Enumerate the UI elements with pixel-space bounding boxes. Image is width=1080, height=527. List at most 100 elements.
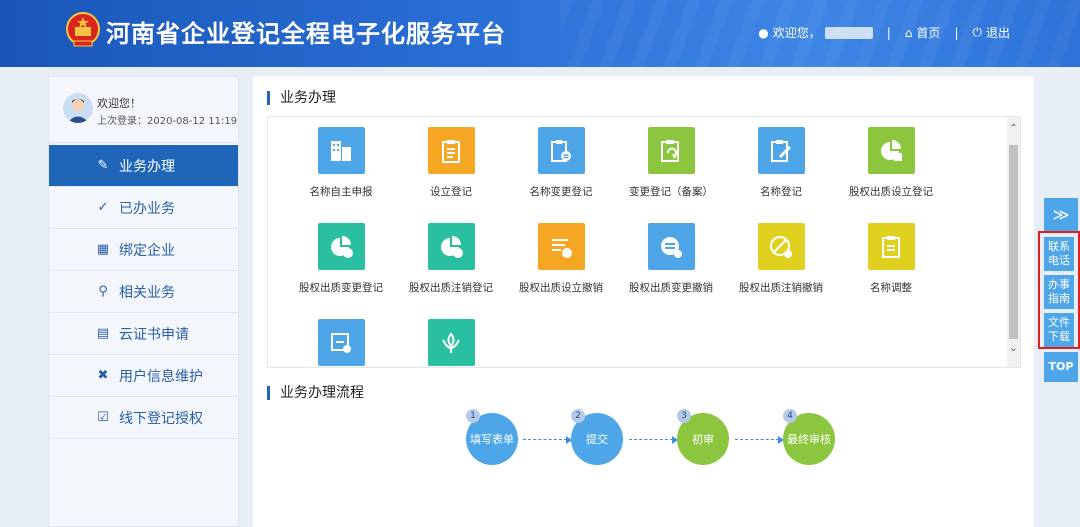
cancel-circle-icon [757, 223, 805, 270]
tile-extra-2[interactable] [396, 319, 506, 367]
certificate-icon: ▤ [96, 326, 110, 341]
tile-label: 名称调整 [870, 282, 912, 294]
tile-name-change[interactable]: 名称变更登记 [506, 127, 616, 199]
sidebar-item-cloud-cert[interactable]: ▤ 云证书申请 [49, 313, 238, 355]
flow-arrow-icon [735, 436, 784, 444]
process-step-final-review: 4 最终审核 [783, 409, 835, 465]
tile-label: 股权出质设立撤销 [519, 282, 603, 294]
tile-pledge-cancel-revoke[interactable]: 股权出质注销撤销 [726, 223, 836, 295]
flow-arrow-icon [629, 436, 678, 444]
tiles-scrollbar[interactable]: ⌃ ⌄ [1007, 117, 1020, 367]
tile-equity-pledge-cancel[interactable]: 股权出质注销登记 [396, 223, 506, 295]
process-step-submit: 2 提交 [571, 409, 623, 465]
avatar [63, 93, 93, 123]
doc-edit-icon: ✎ [97, 158, 109, 173]
welcome-text: 欢迎您， [772, 26, 821, 40]
sidebar-item-label: 相关业务 [119, 284, 175, 301]
float-tools-highlight: 联系电话 办事指南 文件下载 [1038, 231, 1080, 349]
top-header: 河南省企业登记全程电子化服务平台 ● 欢迎您， | ⌂ 首页 | ⏻ 退出 [0, 0, 1080, 67]
building-icon: ▦ [96, 242, 110, 257]
sidebar-item-label: 已办业务 [119, 200, 175, 217]
sidebar-item-label: 云证书申请 [119, 326, 189, 343]
pie-chart-icon [317, 223, 365, 270]
contact-phone-button[interactable]: 联系电话 [1044, 237, 1074, 271]
step-label: 最终审核 [787, 433, 831, 446]
sidebar-item-bind-company[interactable]: ▦ 绑定企业 [49, 229, 238, 271]
national-emblem-icon [66, 12, 100, 47]
home-link[interactable]: 首页 [916, 24, 940, 41]
scroll-down-icon[interactable]: ⌄ [1007, 343, 1020, 354]
sidebar-item-label: 线下登记授权 [119, 410, 203, 427]
tile-label: 设立登记 [430, 186, 472, 198]
tile-name-self-declare[interactable]: 名称自主申报 [286, 127, 396, 199]
list-undo-icon [537, 223, 585, 270]
clipboard-refresh-icon [647, 127, 695, 174]
scroll-up-icon[interactable]: ⌃ [1007, 123, 1020, 134]
flower-icon [427, 319, 475, 366]
sidebar-item-label: 用户信息维护 [119, 368, 203, 385]
section-title-process: 业务办理流程 [267, 386, 364, 400]
step-number: 4 [783, 409, 797, 423]
doc-search-icon: ⚲ [98, 284, 108, 299]
sidebar-item-related[interactable]: ⚲ 相关业务 [49, 271, 238, 313]
sidebar-item-user-info[interactable]: ✖ 用户信息维护 [49, 355, 238, 397]
tile-label: 股权出质设立登记 [849, 186, 933, 198]
process-step-fill-form: 1 填写表单 [466, 409, 518, 465]
tile-pledge-establish-revoke[interactable]: 股权出质设立撤销 [506, 223, 616, 295]
section-title-business: 业务办理 [267, 91, 336, 105]
tile-label: 股权出质注销登记 [409, 282, 493, 294]
sidebar-item-completed[interactable]: ✓ 已办业务 [49, 187, 238, 229]
username-redacted [824, 26, 873, 39]
sidebar-item-offline-auth[interactable]: ☑ 线下登记授权 [49, 397, 238, 439]
greeting-text: 欢迎您！ [97, 97, 141, 110]
clipboard-icon [427, 127, 475, 174]
sidebar-item-label: 业务办理 [119, 158, 175, 175]
expand-float-button[interactable]: ≫ [1044, 198, 1078, 232]
exchange-icon [647, 223, 695, 270]
tile-change-record[interactable]: 变更登记（备案） [616, 127, 726, 199]
clipboard-list-icon [867, 223, 915, 270]
service-guide-button[interactable]: 办事指南 [1044, 275, 1074, 309]
pie-chart-icon [867, 127, 915, 174]
tile-name-register[interactable]: 名称登记 [726, 127, 836, 199]
tile-label: 股权出质变更登记 [299, 282, 383, 294]
tile-equity-pledge-establish[interactable]: 股权出质设立登记 [836, 127, 946, 199]
process-step-initial-review: 3 初审 [677, 409, 729, 465]
tile-name-adjust[interactable]: 名称调整 [836, 223, 946, 295]
step-number: 3 [677, 409, 691, 423]
step-label: 提交 [586, 433, 608, 446]
tile-equity-pledge-change[interactable]: 股权出质变更登记 [286, 223, 396, 295]
logout-link[interactable]: 退出 [986, 24, 1010, 41]
back-to-top-button[interactable]: TOP [1044, 352, 1078, 382]
last-login-text: 上次登录：2020-08-12 11:19 [97, 116, 238, 127]
tile-label: 变更登记（备案） [629, 186, 713, 198]
tile-extra-1[interactable] [286, 319, 396, 367]
home-icon: ⌂ [904, 25, 913, 40]
divider: | [886, 25, 891, 40]
main-content: 业务办理 名称自主申报 设立登记 名称变更登记 变更登记（备案） 名称登记 股权… [253, 76, 1034, 527]
clipboard-pen-icon [757, 127, 805, 174]
sidebar-item-label: 绑定企业 [119, 242, 175, 259]
power-icon: ⏻ [972, 25, 982, 39]
tile-label: 名称登记 [760, 186, 802, 198]
clipboard-edit-icon [537, 127, 585, 174]
user-icon: ● [758, 25, 769, 40]
scroll-thumb[interactable] [1009, 145, 1018, 339]
tile-label: 名称自主申报 [309, 186, 373, 198]
tile-label: 股权出质注销撤销 [739, 282, 823, 294]
business-tiles-panel: 名称自主申报 设立登记 名称变更登记 变更登记（备案） 名称登记 股权出质设立登… [267, 116, 1021, 368]
doc-check-icon: ✓ [97, 200, 109, 215]
export-icon [317, 319, 365, 366]
sidebar-item-business[interactable]: ✎ 业务办理 [49, 145, 238, 187]
step-number: 2 [571, 409, 585, 423]
file-download-button[interactable]: 文件下载 [1044, 313, 1074, 347]
tile-label: 名称变更登记 [529, 186, 593, 198]
step-label: 初审 [692, 433, 714, 446]
pie-chart-icon [427, 223, 475, 270]
tile-label: 股权出质变更撤销 [629, 282, 713, 294]
header-user-links: ● 欢迎您， | ⌂ 首页 | ⏻ 退出 [758, 24, 1010, 41]
tile-pledge-change-revoke[interactable]: 股权出质变更撤销 [616, 223, 726, 295]
tile-establish[interactable]: 设立登记 [396, 127, 506, 199]
welcome-panel: 欢迎您！ 上次登录：2020-08-12 11:19 [49, 77, 238, 143]
sidebar: 欢迎您！ 上次登录：2020-08-12 11:19 ✎ 业务办理 ✓ 已办业务 ▦… [48, 76, 239, 527]
